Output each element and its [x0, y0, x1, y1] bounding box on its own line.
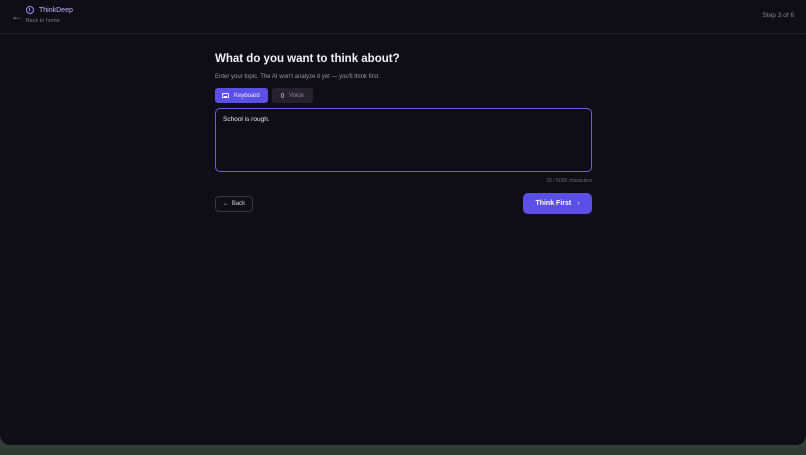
back-arrow-icon[interactable]: ← — [11, 9, 23, 23]
back-button-label: Back — [231, 201, 246, 207]
tab-keyboard[interactable]: Keyboard — [215, 88, 268, 103]
think-first-label: Think First — [535, 200, 572, 207]
main-content: What do you want to think about? Enter y… — [215, 52, 592, 215]
input-mode-tabs: Keyboard Voice — [215, 88, 592, 103]
back-button[interactable]: ← Back — [215, 196, 253, 212]
think-first-button[interactable]: Think First › — [523, 193, 592, 214]
back-to-home-link[interactable]: Back to home — [26, 18, 60, 24]
brand-logo-icon — [26, 6, 34, 14]
mic-icon — [281, 93, 284, 98]
page-subtitle: Enter your topic. The AI won't analyze i… — [215, 74, 380, 80]
brand-name: ThinkDeep — [39, 6, 73, 14]
chevron-right-icon: › — [577, 200, 580, 207]
topic-input[interactable]: School is rough. — [215, 108, 592, 172]
tab-voice-label: Voice — [289, 92, 304, 99]
character-count: 16 / 5000 characters — [546, 178, 592, 184]
step-indicator: Step 3 of 6 — [762, 12, 794, 19]
brand[interactable]: ThinkDeep — [26, 6, 73, 14]
app-window: ← ThinkDeep Back to home Step 3 of 6 Wha… — [0, 0, 806, 445]
page-title: What do you want to think about? — [215, 53, 400, 65]
header: ← ThinkDeep Back to home Step 3 of 6 — [0, 0, 806, 34]
tab-voice[interactable]: Voice — [272, 88, 313, 103]
action-bar: ← Back Think First › — [215, 193, 592, 215]
tab-keyboard-label: Keyboard — [234, 92, 260, 99]
keyboard-icon — [222, 93, 229, 98]
back-arrow-icon: ← — [222, 201, 229, 207]
